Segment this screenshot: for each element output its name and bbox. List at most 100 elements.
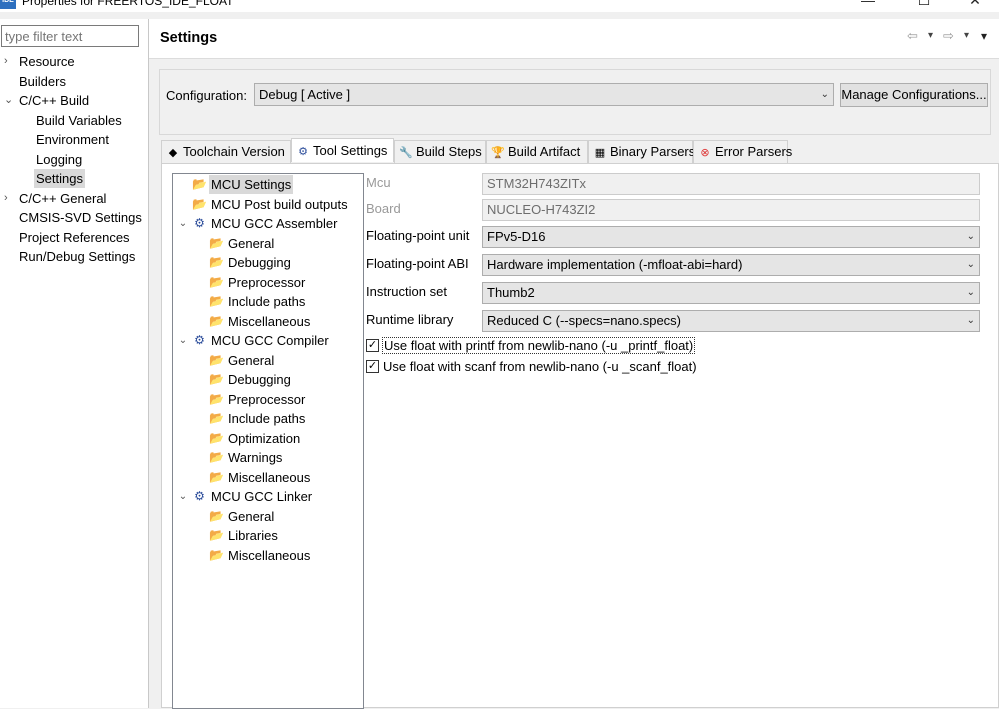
nav-item-label: CMSIS-SVD Settings (19, 210, 142, 225)
minimize-button[interactable]: — (853, 0, 883, 10)
gear-icon: ⚙ (194, 333, 205, 347)
nav-item-cpp-general[interactable]: › C/C++ General (0, 189, 148, 209)
printf-float-label[interactable]: Use float with printf from newlib-nano (… (382, 337, 696, 354)
trophy-icon: 🏆 (491, 147, 505, 159)
chevron-right-icon[interactable]: › (4, 52, 8, 71)
tree-item-label: Preprocessor (228, 274, 306, 290)
maximize-button[interactable]: ☐ (909, 0, 939, 10)
folder-icon: 📂 (209, 235, 224, 250)
chevron-down-icon[interactable]: ⌄ (177, 331, 189, 350)
nav-item-label: Builders (19, 73, 66, 89)
chevron-down-icon: ⌄ (966, 287, 975, 298)
tab-toolchain-version[interactable]: ◆ Toolchain Version (161, 140, 291, 163)
nav-item-environment[interactable]: Environment (0, 130, 148, 150)
tool-settings-panel: 📂 MCU Settings 📂 MCU Post build outputs ⌄ ⚙ MC… (161, 163, 999, 709)
scanf-float-label[interactable]: Use float with scanf from newlib-nano (-… (382, 358, 698, 375)
tree-item-label: MCU Post build outputs (211, 196, 348, 212)
nav-item-logging[interactable]: Logging (0, 150, 148, 170)
tab-label: Tool Settings (313, 143, 388, 158)
forward-dropdown-icon[interactable]: ▾ (964, 30, 969, 41)
nav-item-resource[interactable]: › Resource (0, 52, 148, 72)
folder-icon: 📂 (209, 528, 224, 542)
tab-build-artifact[interactable]: 🏆 Build Artifact (486, 140, 588, 163)
nav-item-label: Run/Debug Settings (19, 249, 136, 264)
folder-icon: 📂 (209, 508, 224, 523)
folder-icon: 📂 (209, 547, 224, 562)
gear-icon: ⚙ (194, 489, 205, 503)
instruction-set-value: Thumb2 (487, 285, 535, 300)
instruction-set-row: Instruction set Thumb2 ⌄ (366, 282, 984, 304)
tab-label: Binary Parsers (610, 144, 696, 159)
runtime-library-select[interactable]: Reduced C (--specs=nano.specs) ⌄ (482, 310, 980, 332)
nav-item-cmsis-svd[interactable]: CMSIS-SVD Settings (0, 208, 148, 228)
chevron-down-icon[interactable]: ⌄ (177, 487, 189, 506)
scanf-float-checkbox[interactable]: ✓ (366, 360, 379, 373)
tab-error-parsers[interactable]: ⊗ Error Parsers (693, 140, 792, 163)
nav-item-label: Logging (36, 151, 83, 167)
gear-icon: ⚙ (298, 146, 308, 158)
mcu-field: STM32H743ZITx (482, 173, 980, 195)
tab-binary-parsers[interactable]: ▦ Binary Parsers (588, 140, 696, 163)
runtime-library-label: Runtime library (366, 312, 454, 327)
nav-item-label: Build Variables (36, 112, 122, 128)
app-icon: IDE (0, 0, 16, 9)
back-arrow-icon[interactable]: ⇦ (907, 28, 918, 44)
tab-build-steps[interactable]: 🔧 Build Steps (394, 140, 486, 163)
configuration-label: Configuration: (166, 88, 247, 103)
right-panel: Settings ⇦ ▾ ⇨ ▾ ▾ Configuration: Debug … (149, 19, 999, 709)
tree-item-label: MCU GCC Compiler (211, 333, 329, 348)
instruction-set-select[interactable]: Thumb2 ⌄ (482, 282, 980, 304)
nav-item-run-debug[interactable]: Run/Debug Settings (0, 247, 148, 267)
board-field: NUCLEO-H743ZI2 (482, 199, 980, 221)
tab-label: Error Parsers (715, 144, 793, 159)
chevron-right-icon[interactable]: › (4, 189, 8, 208)
view-menu-icon[interactable]: ▾ (981, 29, 987, 43)
nav-item-builders[interactable]: Builders (0, 72, 148, 92)
filter-input[interactable] (1, 25, 139, 47)
nav-item-project-references[interactable]: Project References (0, 228, 148, 248)
fpu-select[interactable]: FPv5-D16 ⌄ (482, 226, 980, 248)
folder-icon: 📂 (209, 450, 224, 464)
nav-item-settings[interactable]: Settings (0, 169, 148, 189)
nav-item-cpp-build[interactable]: ⌄ C/C++ Build (0, 91, 148, 111)
back-dropdown-icon[interactable]: ▾ (928, 30, 933, 41)
folder-icon: 📂 (209, 391, 224, 406)
chevron-down-icon: ⌄ (966, 231, 975, 242)
folder-icon: 📂 (209, 313, 224, 328)
tree-item-label: General (228, 235, 275, 251)
tree-item-label: Include paths (228, 411, 306, 426)
binary-icon: ▦ (594, 147, 606, 159)
nav-item-build-variables[interactable]: Build Variables (0, 111, 148, 131)
tab-tool-settings[interactable]: ⚙ Tool Settings (291, 138, 394, 162)
nav-item-label: C/C++ General (19, 190, 107, 206)
tree-item-label: General (228, 508, 275, 524)
tree-item-label: General (228, 352, 275, 368)
forward-arrow-icon[interactable]: ⇨ (943, 28, 954, 44)
chevron-down-icon: ⌄ (966, 315, 975, 326)
tool-settings-tree: 📂 MCU Settings 📂 MCU Post build outputs ⌄ ⚙ MC… (172, 173, 364, 709)
chevron-down-icon[interactable]: ⌄ (177, 214, 189, 233)
tab-label: Toolchain Version (183, 144, 285, 159)
tree-item-label: Debugging (228, 372, 291, 387)
tree-item-label: Preprocessor (228, 391, 306, 407)
manage-configurations-button[interactable]: Manage Configurations... (840, 83, 988, 107)
error-icon: ⊗ (700, 147, 710, 159)
chevron-down-icon[interactable]: ⌄ (4, 91, 13, 110)
tree-item-label: Miscellaneous (228, 313, 311, 329)
fpu-value: FPv5-D16 (487, 229, 546, 244)
nav-item-label: Settings (34, 169, 85, 188)
printf-float-checkbox[interactable]: ✓ (366, 339, 379, 352)
configuration-group: Configuration: Debug [ Active ] ⌄ Manage… (159, 69, 991, 135)
configuration-select[interactable]: Debug [ Active ] ⌄ (254, 83, 834, 106)
folder-icon: 📂 (209, 255, 224, 269)
float-abi-select[interactable]: Hardware implementation (-mfloat-abi=har… (482, 254, 980, 276)
close-button[interactable]: ✕ (960, 0, 990, 10)
nav-item-label: C/C++ Build (19, 93, 90, 108)
window-title: Properties for FREERTOS_IDE_FLOAT (22, 0, 234, 8)
tree-item-label: MCU Settings (209, 175, 294, 194)
nav-item-label: Project References (19, 229, 130, 245)
tree-item-label: Optimization (228, 430, 301, 446)
nav-item-label: Resource (19, 54, 75, 69)
fpu-label: Floating-point unit (366, 228, 470, 243)
tree-item-label: Include paths (228, 294, 306, 309)
